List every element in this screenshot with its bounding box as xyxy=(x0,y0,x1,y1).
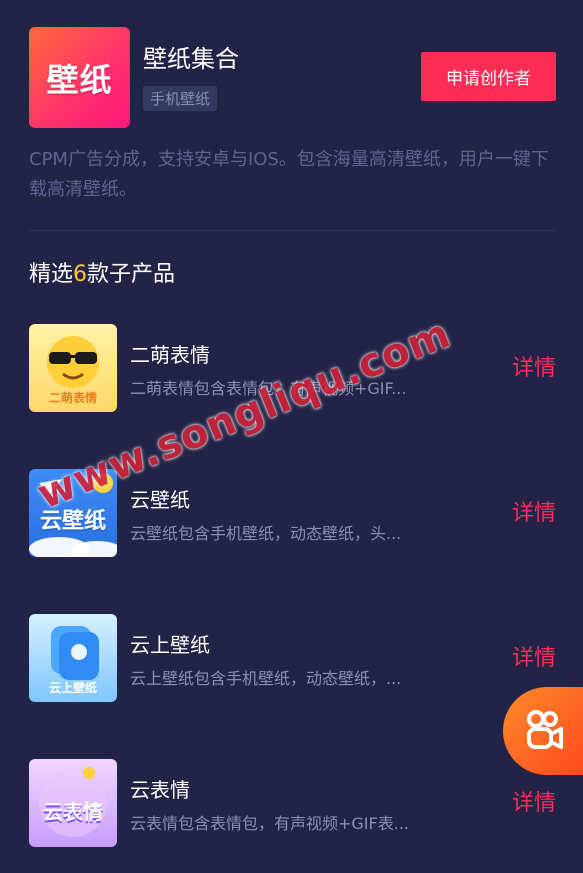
section-title: 精选6款子产品 xyxy=(29,256,175,288)
app-logo: 壁纸 xyxy=(29,27,130,128)
detail-link[interactable]: 详情 xyxy=(512,640,556,672)
product-summary: 二萌表情包含表情包，有声视频+GIF... xyxy=(130,379,407,398)
product-name: 二萌表情 xyxy=(130,343,210,367)
detail-link[interactable]: 详情 xyxy=(512,350,556,382)
app-header: 壁纸 壁纸集合 手机壁纸 申请创作者 xyxy=(29,27,556,128)
product-item[interactable]: 云上壁纸 云上壁纸 云上壁纸包含手机壁纸，动态壁纸，... 详情 xyxy=(29,614,556,702)
detail-link[interactable]: 详情 xyxy=(512,785,556,817)
section-title-prefix: 精选 xyxy=(29,262,74,287)
product-name: 云壁纸 xyxy=(130,488,190,512)
product-thumbnail: 云壁纸 xyxy=(29,469,117,557)
product-name: 云上壁纸 xyxy=(130,633,210,657)
product-item[interactable]: 云壁纸 云壁纸 云壁纸包含手机壁纸，动态壁纸，头... 详情 xyxy=(29,469,556,557)
product-summary: 云上壁纸包含手机壁纸，动态壁纸，... xyxy=(130,669,402,688)
product-name: 云表情 xyxy=(130,778,190,802)
thumbnail-label: 云上壁纸 xyxy=(48,681,97,695)
thumbnail-label: 云表情 xyxy=(43,800,103,824)
thumbnail-label: 云壁纸 xyxy=(39,509,106,534)
divider xyxy=(29,230,556,231)
app-logo-text: 壁纸 xyxy=(46,60,113,99)
product-item[interactable]: 云表情 云表情 云表情包含表情包，有声视频+GIF表... 详情 xyxy=(29,759,556,847)
apply-creator-button[interactable]: 申请创作者 xyxy=(421,52,556,101)
thumbnail-label: 二萌表情 xyxy=(48,391,97,405)
product-thumbnail: 云表情 xyxy=(29,759,117,847)
product-summary: 云壁纸包含手机壁纸，动态壁纸，头... xyxy=(130,524,402,543)
product-thumbnail: 云上壁纸 xyxy=(29,614,117,702)
category-tag: 手机壁纸 xyxy=(143,86,218,111)
section-title-suffix: 款子产品 xyxy=(87,262,176,287)
product-summary: 云表情包含表情包，有声视频+GIF表... xyxy=(130,814,409,833)
kuaishou-logo-icon xyxy=(527,710,563,749)
app-description: CPM广告分成，支持安卓与IOS。包含海量高清壁纸，用户一键下载高清壁纸。 xyxy=(29,149,549,200)
detail-link[interactable]: 详情 xyxy=(512,495,556,527)
product-thumbnail: 二萌表情 xyxy=(29,324,117,412)
product-item[interactable]: 二萌表情 二萌表情 二萌表情包含表情包，有声视频+GIF... 详情 xyxy=(29,324,556,412)
kuaishou-float-button[interactable] xyxy=(503,687,583,775)
product-count: 6 xyxy=(73,262,88,287)
app-title: 壁纸集合 xyxy=(143,45,239,73)
